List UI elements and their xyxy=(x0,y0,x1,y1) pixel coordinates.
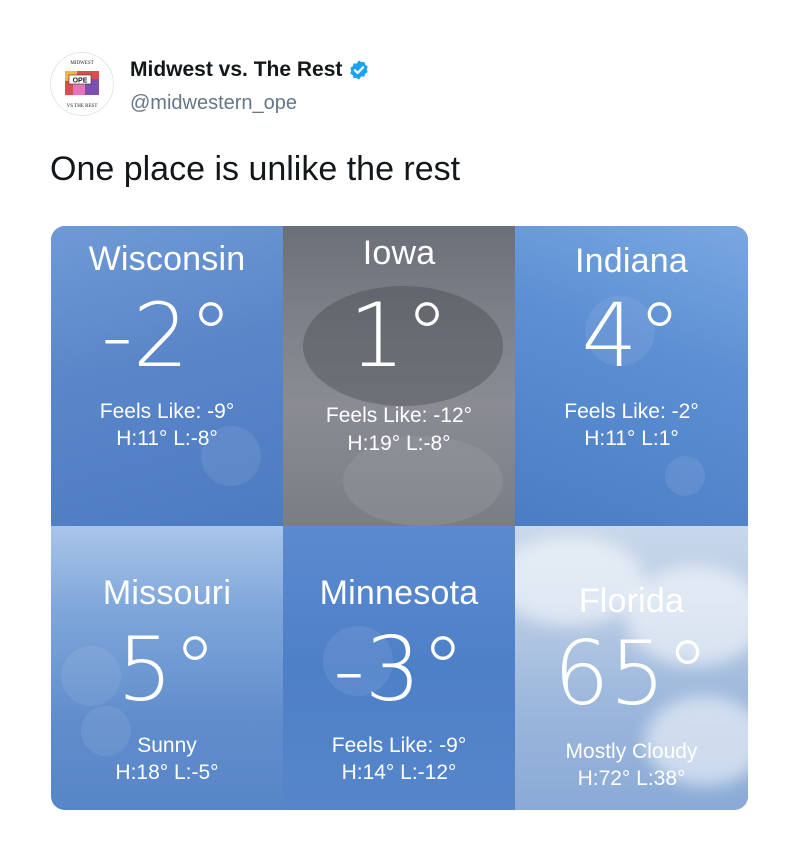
svg-text:VS THE REST: VS THE REST xyxy=(67,104,98,109)
high-low: H:11° L:1° xyxy=(584,427,679,450)
high-low: H:19° L:-8° xyxy=(347,432,451,455)
feels-like: Feels Like: -9° xyxy=(99,400,235,423)
city-name: Wisconsin xyxy=(88,240,246,278)
condition: Sunny xyxy=(137,734,197,757)
high-low: H:14° L:-12° xyxy=(341,761,457,784)
city-name: Iowa xyxy=(362,234,436,272)
user-handle[interactable]: @midwestern_ope xyxy=(130,92,297,115)
feels-like: Feels Like: -12° xyxy=(325,404,473,427)
high-low: H:72° L:38° xyxy=(577,767,686,790)
temperature: 65° xyxy=(553,622,710,725)
avatar[interactable]: OPE MIDWEST VS THE REST xyxy=(50,52,114,116)
midwest-logo-icon: OPE MIDWEST VS THE REST xyxy=(52,54,112,114)
weather-image-grid[interactable]: Wisconsin -2° Feels Like: -9° H:11° L:-8… xyxy=(51,226,748,810)
temperature: 5° xyxy=(117,618,217,721)
tweet-text: One place is unlike the rest xyxy=(50,150,461,188)
weather-tile-iowa: Iowa 1° Feels Like: -12° H:19° L:-8° xyxy=(283,226,515,526)
weather-tile-indiana: Indiana 4° Feels Like: -2° H:11° L:1° xyxy=(515,226,748,526)
svg-text:MIDWEST: MIDWEST xyxy=(70,61,93,66)
tweet-header: OPE MIDWEST VS THE REST Midwest vs. The … xyxy=(50,52,750,116)
high-low: H:18° L:-5° xyxy=(115,761,219,784)
temperature: -2° xyxy=(101,284,233,387)
feels-like: Feels Like: -2° xyxy=(564,400,699,423)
weather-tile-wisconsin: Wisconsin -2° Feels Like: -9° H:11° L:-8… xyxy=(51,226,283,526)
temperature: -3° xyxy=(333,618,465,721)
temperature: 1° xyxy=(349,284,449,387)
city-name: Minnesota xyxy=(319,574,479,612)
high-low: H:11° L:-8° xyxy=(116,427,218,450)
condition: Mostly Cloudy xyxy=(565,740,698,763)
temperature: 4° xyxy=(581,284,682,387)
city-name: Indiana xyxy=(575,242,688,280)
weather-tile-florida: Florida 65° Mostly Cloudy H:72° L:38° xyxy=(515,526,748,810)
feels-like: Feels Like: -9° xyxy=(331,734,467,757)
weather-tile-minnesota: Minnesota -3° Feels Like: -9° H:14° L:-1… xyxy=(283,526,515,810)
city-name: Florida xyxy=(578,582,685,620)
weather-tile-missouri: Missouri 5° Sunny H:18° L:-5° xyxy=(51,526,283,810)
display-name[interactable]: Midwest vs. The Rest xyxy=(130,58,342,82)
svg-text:OPE: OPE xyxy=(73,78,88,85)
city-name: Missouri xyxy=(102,574,232,612)
verified-badge-icon xyxy=(348,59,370,81)
